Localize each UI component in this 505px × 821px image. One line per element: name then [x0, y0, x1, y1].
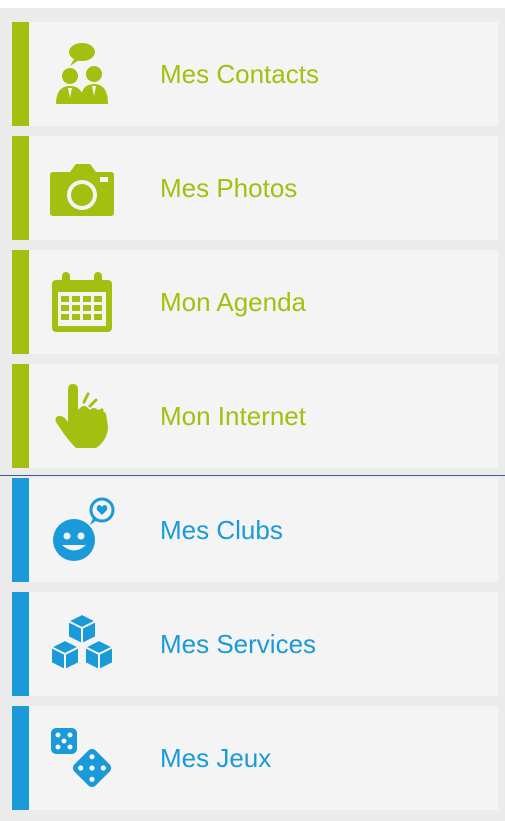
hand-pointer-icon	[48, 382, 116, 450]
menu-item-games[interactable]: Mes Jeux	[12, 706, 498, 810]
accent-bar	[12, 136, 29, 240]
accent-bar	[12, 364, 29, 468]
menu-item-label: Mon Internet	[160, 401, 306, 431]
menu-item-label: Mes Jeux	[160, 743, 272, 773]
calendar-icon	[48, 268, 116, 336]
accent-bar	[12, 22, 29, 126]
menu-item-label: Mes Photos	[160, 173, 298, 203]
contacts-icon	[48, 40, 116, 108]
menu-item-label: Mes Services	[160, 629, 317, 659]
accent-bar	[12, 478, 29, 582]
menu-item-photos[interactable]: Mes Photos	[12, 136, 498, 240]
camera-icon	[48, 154, 116, 222]
smiley-heart-icon	[48, 496, 116, 564]
menu-item-label: Mes Clubs	[160, 515, 283, 545]
menu-item-internet[interactable]: Mon Internet	[12, 364, 498, 468]
accent-bar	[12, 592, 29, 696]
dice-icon	[48, 724, 116, 792]
menu-panel: Mes Contacts Mes Photos Mon Agenda Mon I…	[0, 8, 505, 821]
accent-bar	[12, 250, 29, 354]
section-divider	[0, 475, 505, 476]
menu-item-agenda[interactable]: Mon Agenda	[12, 250, 498, 354]
menu-item-label: Mes Contacts	[160, 59, 319, 89]
menu-item-label: Mon Agenda	[160, 287, 307, 317]
accent-bar	[12, 706, 29, 810]
menu-item-contacts[interactable]: Mes Contacts	[12, 22, 498, 126]
menu-item-clubs[interactable]: Mes Clubs	[12, 478, 498, 582]
cubes-icon	[48, 610, 116, 678]
menu-item-services[interactable]: Mes Services	[12, 592, 498, 696]
